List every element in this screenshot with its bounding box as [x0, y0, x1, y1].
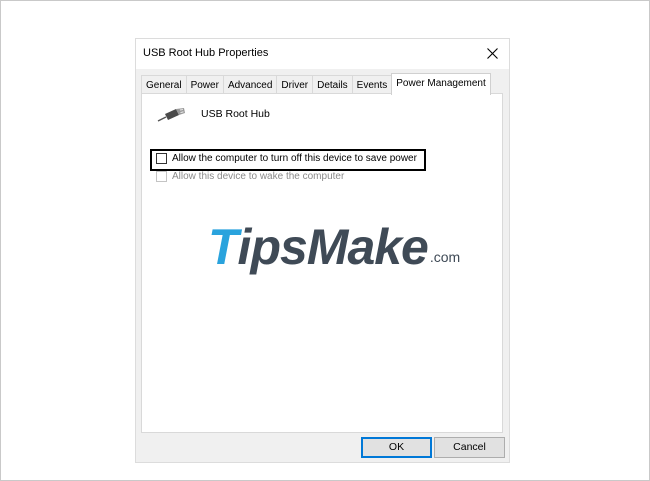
allow-wake-checkbox: [156, 171, 167, 182]
tab-driver[interactable]: Driver: [276, 75, 314, 94]
tab-advanced[interactable]: Advanced: [222, 75, 278, 94]
allow-turn-off-option[interactable]: Allow the computer to turn off this devi…: [156, 153, 417, 164]
cancel-button[interactable]: Cancel: [434, 437, 505, 458]
tab-details[interactable]: Details: [312, 75, 353, 94]
watermark-logo: T ipsMake .com: [208, 212, 460, 272]
power-management-panel: USB Root Hub Allow the computer to turn …: [141, 93, 503, 433]
watermark-suffix: .com: [429, 249, 461, 265]
tab-events[interactable]: Events: [351, 75, 393, 94]
tab-strip: General Power Advanced Driver Details Ev…: [141, 73, 491, 95]
allow-wake-option: Allow this device to wake the computer: [156, 171, 344, 182]
allow-wake-label: Allow this device to wake the computer: [172, 171, 345, 182]
ok-button[interactable]: OK: [361, 437, 432, 458]
tab-power-management[interactable]: Power Management: [391, 73, 491, 95]
properties-dialog: USB Root Hub Properties General Power Ad…: [135, 38, 510, 463]
close-button[interactable]: [477, 39, 507, 67]
close-icon: [486, 47, 498, 59]
watermark-brand-first: T: [208, 219, 239, 275]
tab-power[interactable]: Power: [185, 75, 224, 94]
allow-turn-off-checkbox[interactable]: [156, 153, 167, 164]
allow-turn-off-label: Allow the computer to turn off this devi…: [172, 153, 417, 164]
usb-plug-icon: [157, 108, 185, 122]
watermark-brand-rest: ipsMake: [237, 219, 429, 275]
window-title: USB Root Hub Properties: [143, 47, 269, 59]
tab-general[interactable]: General: [141, 75, 187, 94]
title-bar: USB Root Hub Properties: [136, 39, 509, 69]
device-name: USB Root Hub: [201, 108, 270, 120]
